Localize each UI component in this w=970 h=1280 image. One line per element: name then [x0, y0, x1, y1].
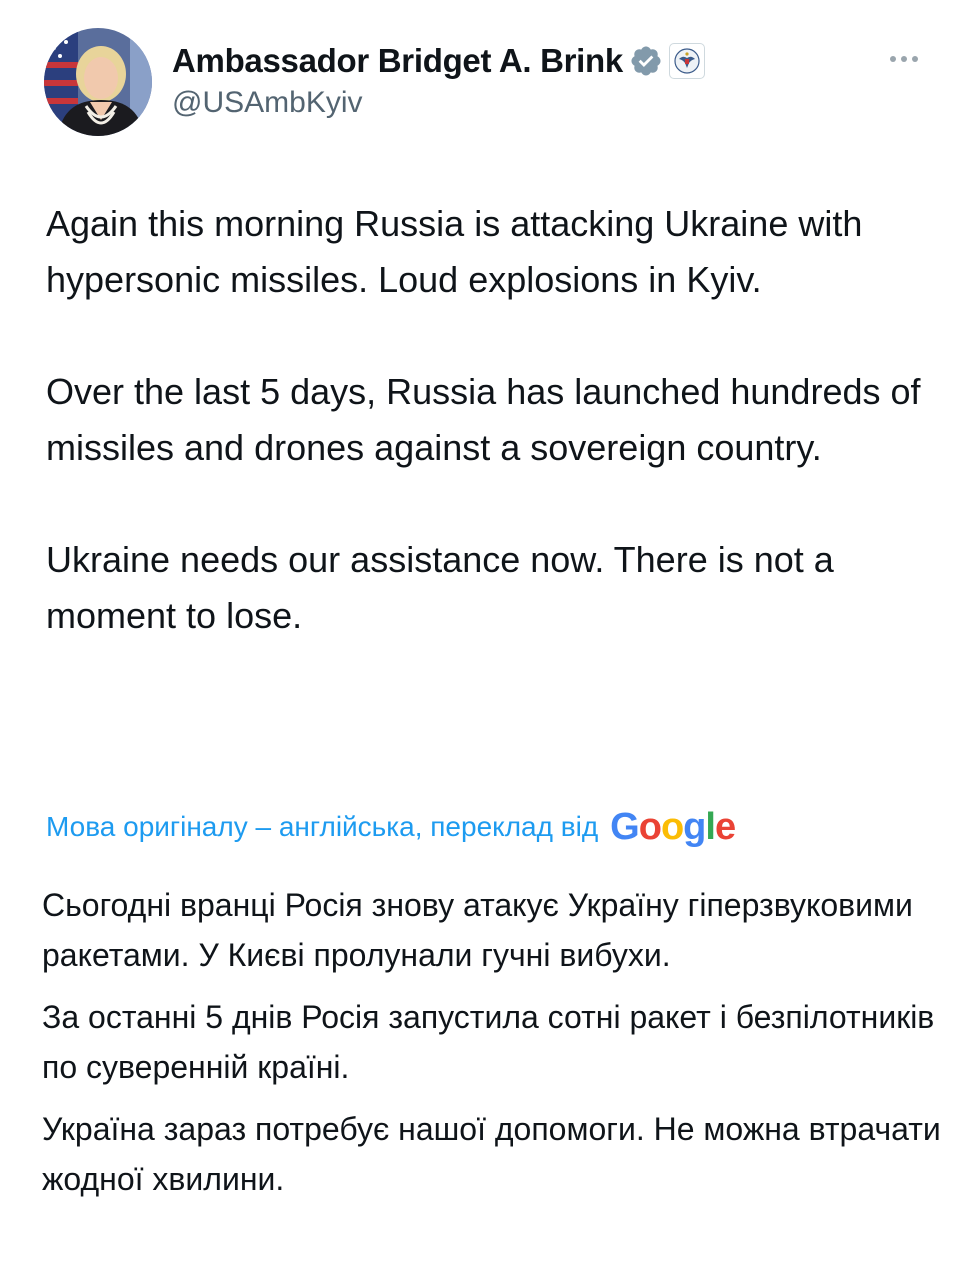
- author-avatar[interactable]: [44, 28, 152, 136]
- google-logo: Google: [610, 805, 736, 848]
- translation-label[interactable]: Мова оригіналу – англійська, переклад ві…: [46, 811, 598, 843]
- translated-text: Сьогодні вранці Росія знову атакує Украї…: [42, 880, 942, 1216]
- us-state-department-seal-icon[interactable]: [668, 43, 705, 79]
- tweet-paragraph: Again this morning Russia is attacking U…: [46, 203, 863, 300]
- translated-paragraph: Україна зараз потребує нашої допомоги. Н…: [42, 1111, 941, 1197]
- tweet-paragraph: Over the last 5 days, Russia has launche…: [46, 371, 921, 468]
- translated-paragraph: За останні 5 днів Росія запустила сотні …: [42, 999, 935, 1085]
- author-display-name[interactable]: Ambassador Bridget A. Brink: [172, 42, 623, 80]
- author-name-row[interactable]: Ambassador Bridget A. Brink: [172, 38, 705, 84]
- translation-attribution[interactable]: Мова оригіналу – англійська, переклад ві…: [46, 800, 736, 854]
- author-handle[interactable]: @USAmbKyiv: [172, 86, 363, 120]
- translated-paragraph: Сьогодні вранці Росія знову атакує Украї…: [42, 887, 913, 973]
- more-options-icon[interactable]: [884, 42, 924, 76]
- tweet-paragraph: Ukraine needs our assistance now. There …: [46, 539, 834, 636]
- profile-photo-icon: [44, 28, 152, 136]
- verified-badge-icon: [629, 44, 663, 78]
- tweet-text: Again this morning Russia is attacking U…: [46, 196, 936, 644]
